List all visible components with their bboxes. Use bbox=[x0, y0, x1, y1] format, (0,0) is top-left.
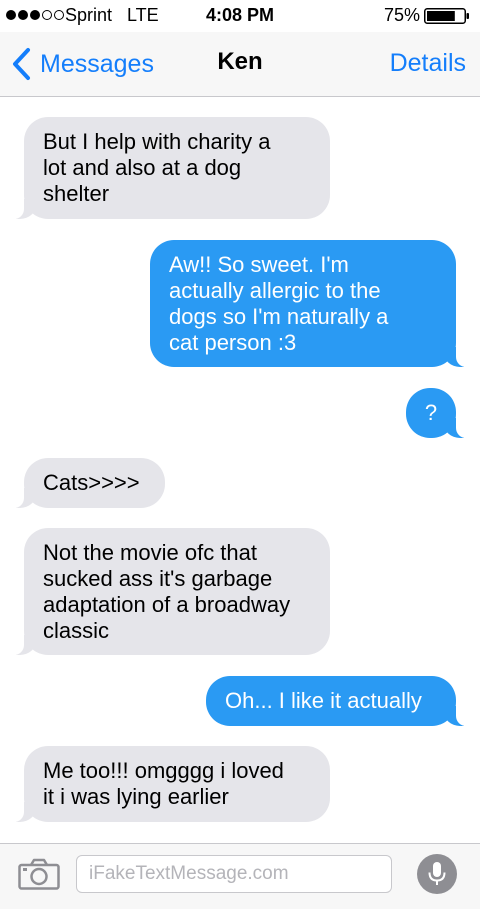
camera-icon[interactable] bbox=[18, 858, 60, 890]
microphone-button[interactable] bbox=[417, 854, 457, 894]
chevron-left-icon bbox=[13, 48, 30, 80]
back-button[interactable]: Messages bbox=[10, 47, 154, 81]
message-thread[interactable]: But I help with charity a lot and also a… bbox=[0, 97, 480, 843]
outgoing-message[interactable]: Oh... I like it actually bbox=[206, 676, 466, 726]
back-label: Messages bbox=[40, 49, 154, 78]
battery-percentage: 75% bbox=[383, 5, 420, 25]
incoming-message[interactable]: But I help with charity a lot and also a… bbox=[14, 117, 330, 219]
incoming-message[interactable]: Not the movie ofc that sucked ass it's g… bbox=[14, 528, 330, 655]
incoming-message[interactable]: Me too!!! omgggg i loved it i was lying … bbox=[14, 746, 330, 822]
nav-bar: Messages Ken Details bbox=[0, 32, 480, 97]
outgoing-message[interactable]: Aw!! So sweet. I'm actually allergic to … bbox=[150, 240, 466, 367]
message-input[interactable] bbox=[76, 855, 392, 893]
status-bar: Sprint LTE 4:08 PM 75% bbox=[0, 0, 480, 32]
battery-icon bbox=[424, 8, 469, 24]
outgoing-message[interactable]: ? bbox=[406, 388, 466, 438]
input-bar bbox=[0, 843, 480, 909]
incoming-message[interactable]: Cats>>>> bbox=[14, 458, 165, 508]
microphone-icon bbox=[428, 862, 446, 885]
details-button[interactable]: Details bbox=[390, 49, 466, 78]
